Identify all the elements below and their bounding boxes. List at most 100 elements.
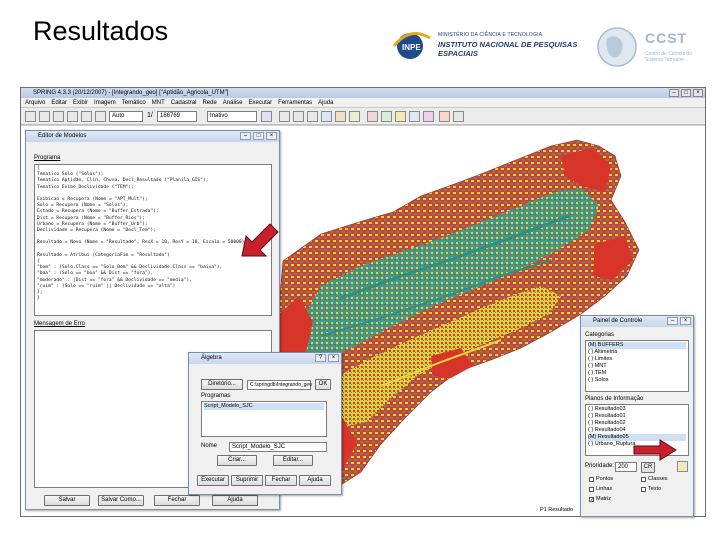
program-item[interactable]: Script_Modelo_SJC [204,403,324,410]
save-button[interactable]: Salvar [44,495,90,506]
toolbar-cursor-icon[interactable] [279,111,290,122]
algebra-help-button[interactable]: ? [315,354,326,362]
menu-item-10[interactable]: Ferramentas [278,98,312,107]
create-button[interactable]: Criar... [217,455,257,466]
execute-button[interactable]: Executar [197,475,229,486]
category-item[interactable]: ( ) Altimetria [588,349,686,356]
ccst-subtitle: Centro de Ciência do Sistema Terrestre [645,51,692,63]
toolbar-legend-icon[interactable] [395,111,406,122]
check-classes[interactable]: Classes [641,476,668,482]
toolbar-layer-icon[interactable] [367,111,378,122]
menu-item-5[interactable]: MNT [152,98,165,107]
menu-item-4[interactable]: Temático [122,98,146,107]
toolbar-chart-icon[interactable] [423,111,434,122]
close-button[interactable]: × [693,89,703,97]
toolbar-print-icon[interactable] [67,111,78,122]
delete-button[interactable]: Suprimir [231,475,263,486]
help-button[interactable]: Ajuda [212,495,258,506]
toolbar-info-icon[interactable] [335,111,346,122]
category-item[interactable]: ( ) Solos [588,377,686,384]
check-classes-box[interactable] [641,476,646,482]
control-panel-window: Painel de Controle – × Categorias (M) BU… [580,315,694,517]
menu-item-6[interactable]: Cadastral [171,98,197,107]
toolbar-globe-icon[interactable] [321,111,332,122]
menu-item-2[interactable]: Exibir [73,98,88,107]
category-item[interactable]: ( ) TEM [588,370,686,377]
toolbar-help-icon[interactable] [453,111,464,122]
toolbar-select-icon[interactable] [349,111,360,122]
menu-item-9[interactable]: Executar [248,98,272,107]
toolbar-draw-icon[interactable] [439,111,450,122]
control-panel-titlebar: Painel de Controle – × [581,316,693,327]
toolbar-pause-icon[interactable] [261,111,272,122]
panel-minimize-button[interactable]: – [667,317,678,325]
toolbar-zoom-icon[interactable] [293,111,304,122]
globe-icon [597,27,637,67]
plane-item[interactable]: ( ) Resultado02 [588,420,686,427]
toolbar-new-icon[interactable] [25,111,36,122]
category-item[interactable]: ( ) MNT [588,363,686,370]
plane-item[interactable]: ( ) Resultado03 [588,406,686,413]
scale-input[interactable]: 186769 [157,111,197,122]
toolbar-tool-icon[interactable] [95,111,106,122]
display-mode-select[interactable]: Inativo [207,111,257,122]
menu-item-11[interactable]: Ajuda [318,98,333,107]
directory-ok-button[interactable]: OK [315,379,331,390]
menu-item-8[interactable]: Análise [223,98,243,107]
annotation-arrow-right-icon [633,439,677,461]
program-textarea[interactable]: { Tematico Solo ("Solos"); Tematico Apti… [34,164,272,316]
check-matrix[interactable]: ✓ Matriz [589,496,611,502]
check-points[interactable]: Pontos [589,476,613,482]
algebra-help-text-button[interactable]: Ajuda [299,475,331,486]
menu-item-7[interactable]: Rede [202,98,216,107]
zoom-mode-select[interactable]: Auto [109,111,143,122]
plane-item[interactable]: ( ) Resultado01 [588,413,686,420]
check-text-box[interactable] [641,486,646,492]
minimize-button[interactable]: – [669,89,679,97]
edit-button[interactable]: Editar... [273,455,313,466]
menu-item-0[interactable]: Arquivo [25,98,45,107]
control-panel-title: Painel de Controle [593,318,643,324]
model-editor-title: Editor de Modelos [38,133,87,139]
toolbar-pan-icon[interactable] [307,111,318,122]
toolbar-cut-icon[interactable] [81,111,92,122]
plane-item[interactable]: ( ) Resultado04 [588,427,686,434]
category-item[interactable]: (M) BUFFERS [588,342,686,349]
panel-close-button[interactable]: × [680,317,691,325]
check-lines-box[interactable] [589,486,594,492]
inpe-line1: MINISTÉRIO DA CIÊNCIA E TECNOLOGIA [438,32,543,38]
editor-close-button[interactable]: × [266,132,277,140]
close-algebra-button[interactable]: Fechar [265,475,297,486]
annotation-arrow-left-icon [241,223,279,257]
name-input[interactable]: Script_Modelo_SJC [229,442,327,452]
priority-cr-button[interactable]: CR [641,462,655,473]
model-editor-titlebar: Editor de Modelos – □ × [26,131,279,142]
algebra-dialog: Álgebra ? × Diretório... C:\springdb\Int… [188,352,342,495]
pencil-icon[interactable] [677,461,688,472]
algebra-close-button[interactable]: × [328,354,339,362]
ccst-acronym: CCST [645,30,688,46]
menu-item-3[interactable]: Imagem [94,98,116,107]
categories-list[interactable]: (M) BUFFERS( ) Altimetria( ) Limites( ) … [585,340,689,392]
directory-button[interactable]: Diretório... [201,379,243,390]
category-item[interactable]: ( ) Limites [588,356,686,363]
check-matrix-box[interactable]: ✓ [589,496,594,502]
editor-maximize-button[interactable]: □ [253,132,264,140]
toolbar-table-icon[interactable] [409,111,420,122]
check-text[interactable]: Texto [641,486,661,492]
priority-input[interactable]: 200 [615,462,637,472]
algebra-title: Álgebra [201,355,222,361]
toolbar-map-icon[interactable] [381,111,392,122]
editor-minimize-button[interactable]: – [240,132,251,140]
check-points-box[interactable] [589,476,594,482]
check-lines[interactable]: Linhas [589,486,612,492]
toolbar-save-icon[interactable] [53,111,64,122]
categories-label: Categorias [585,332,615,338]
save-as-button[interactable]: Salvar Como... [98,495,144,506]
directory-field[interactable]: C:\springdb\Integrando_geo [247,380,312,390]
close-editor-button[interactable]: Fechar [154,495,200,506]
menu-item-1[interactable]: Editar [51,98,67,107]
toolbar-open-icon[interactable] [39,111,50,122]
programs-list[interactable]: Script_Modelo_SJC [201,401,327,437]
maximize-button[interactable]: □ [681,89,691,97]
